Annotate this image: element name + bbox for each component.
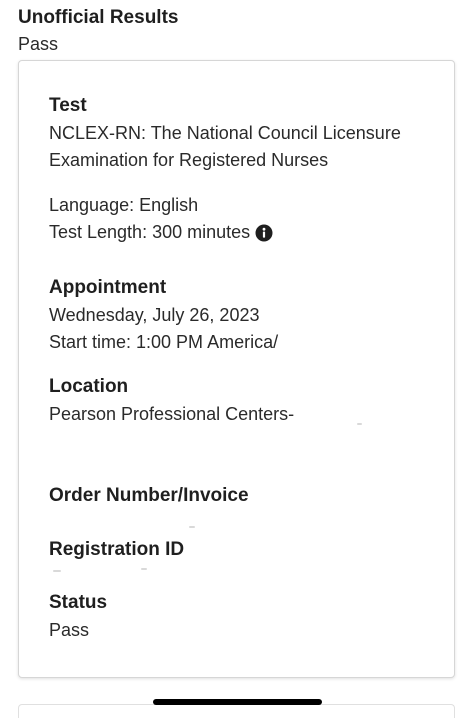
order-number-label: Order Number/Invoice (49, 485, 249, 506)
order-number-section: Order Number/Invoice (49, 484, 442, 508)
location-section: Location Pearson Professional Centers- (49, 375, 442, 428)
test-section: Test NCLEX-RN: The National Council Lice… (49, 94, 442, 246)
appointment-details-card: Test NCLEX-RN: The National Council Lice… (18, 60, 455, 678)
test-name-line-2: Examination for Registered Nurses (49, 150, 329, 170)
test-name-line-1: NCLEX-RN: The National Council Licensure (49, 123, 401, 143)
test-length: Test Length: 300 minutes (49, 222, 251, 242)
test-label: Test (49, 95, 87, 116)
status-section: Status Pass (49, 591, 442, 644)
location-value: Pearson Professional Centers- (49, 404, 295, 424)
redacted-mark (141, 568, 147, 570)
unofficial-results-header: Unofficial Results Pass (18, 5, 178, 57)
unofficial-results-value: Pass (18, 34, 59, 54)
test-length-row: Test Length: 300 minutes (49, 219, 442, 246)
redacted-mark (189, 526, 195, 528)
registration-id-section: Registration ID (49, 538, 442, 562)
location-label: Location (49, 376, 129, 397)
info-circle-icon[interactable] (255, 224, 273, 242)
home-indicator[interactable] (153, 699, 322, 705)
unofficial-results-title: Unofficial Results (18, 7, 179, 28)
appointment-label: Appointment (49, 277, 167, 298)
appointment-start-time: Start time: 1:00 PM America/ (49, 332, 279, 352)
test-language: Language: English (49, 195, 199, 215)
appointment-section: Appointment Wednesday, July 26, 2023 Sta… (49, 276, 442, 356)
registration-id-label: Registration ID (49, 539, 185, 560)
redacted-mark (53, 570, 61, 572)
status-value: Pass (49, 620, 90, 640)
status-label: Status (49, 592, 108, 613)
redacted-mark (357, 423, 362, 425)
appointment-date: Wednesday, July 26, 2023 (49, 305, 260, 325)
